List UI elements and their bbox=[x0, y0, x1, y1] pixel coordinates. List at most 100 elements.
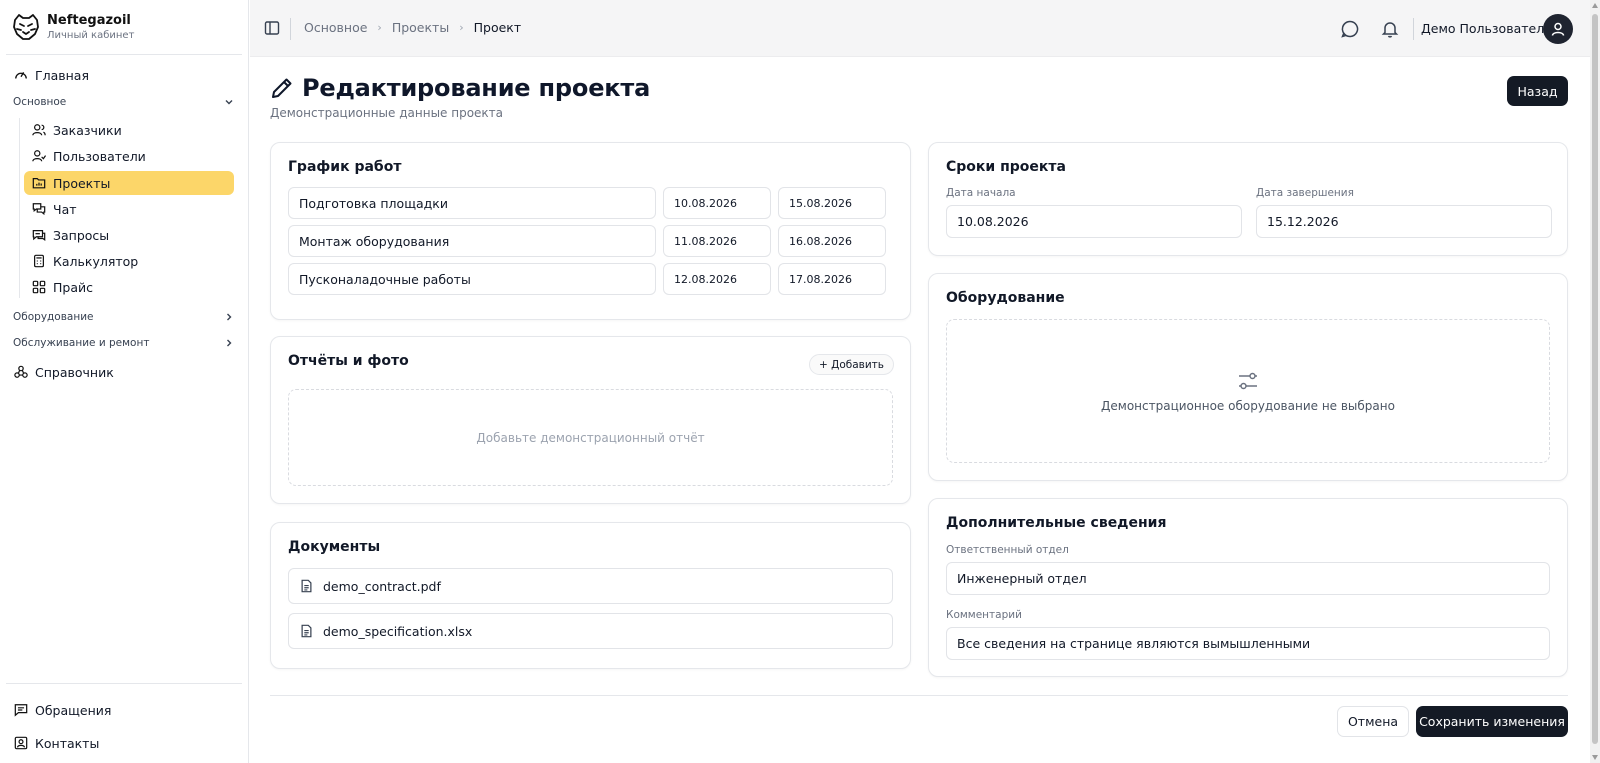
users-icon bbox=[31, 122, 47, 138]
chevron-right-icon: › bbox=[459, 21, 464, 34]
sidebar-item-chat[interactable]: Чат bbox=[24, 197, 234, 221]
sidebar-item-home[interactable]: Главная bbox=[13, 63, 89, 87]
user-name[interactable]: Демо Пользователь bbox=[1421, 21, 1552, 36]
reports-dropzone[interactable]: Добавьте демонстрационный отчёт bbox=[288, 389, 893, 486]
brand[interactable]: Neftegazoil Личный кабинет bbox=[11, 12, 134, 42]
scroll-down-arrow[interactable] bbox=[1592, 755, 1598, 760]
sidebar-item-label: Справочник bbox=[35, 364, 114, 380]
brand-subtitle: Личный кабинет bbox=[47, 29, 135, 41]
schedule-task-input[interactable]: Подготовка площадки bbox=[288, 187, 656, 219]
sidebar-item-projects[interactable]: Проекты bbox=[24, 171, 234, 195]
schedule-end-date-input[interactable]: 15.08.2026 bbox=[778, 187, 886, 219]
breadcrumb: Основное › Проекты › Проект bbox=[304, 20, 521, 35]
schedule-task-input[interactable]: Монтаж оборудования bbox=[288, 225, 656, 257]
reports-card: Отчёты и фото + Добавить Добавьте демонс… bbox=[270, 336, 911, 504]
top-header: Основное › Проекты › Проект Демо Пользов… bbox=[250, 0, 1600, 57]
schedule-start-date-input[interactable]: 10.08.2026 bbox=[663, 187, 771, 219]
sidebar-group-label: Обслуживание и ремонт bbox=[13, 337, 150, 349]
sidebar-item-contacts[interactable]: Контакты bbox=[13, 731, 99, 755]
documents-card: Документы demo_contract.pdf demo_specifi… bbox=[270, 522, 911, 669]
divider bbox=[6, 54, 242, 55]
network-icon bbox=[13, 364, 29, 380]
reports-empty-text: Добавьте демонстрационный отчёт bbox=[476, 430, 705, 445]
add-report-button[interactable]: + Добавить bbox=[809, 354, 894, 375]
save-button[interactable]: Сохранить изменения bbox=[1416, 706, 1568, 737]
document-row[interactable]: demo_specification.xlsx bbox=[288, 613, 893, 649]
sidebar-item-requests[interactable]: Запросы bbox=[24, 223, 234, 247]
project-terms-card: Сроки проекта Дата начала 10.08.2026 Дат… bbox=[928, 142, 1568, 256]
sidebar-item-label: Прайс bbox=[53, 279, 93, 295]
department-label: Ответственный отдел bbox=[946, 544, 1069, 556]
sidebar-item-calculator[interactable]: Калькулятор bbox=[24, 249, 234, 273]
sidebar-group-equipment[interactable]: Оборудование bbox=[13, 307, 235, 327]
sidebar-item-label: Проекты bbox=[53, 175, 111, 191]
department-input[interactable]: Инженерный отдел bbox=[946, 562, 1550, 595]
avatar[interactable] bbox=[1543, 14, 1573, 44]
sliders-icon bbox=[1239, 372, 1257, 390]
sidebar-item-label: Обращения bbox=[35, 702, 112, 718]
user-check-icon bbox=[31, 148, 47, 164]
cancel-button[interactable]: Отмена bbox=[1337, 706, 1409, 737]
sidebar-item-label: Чат bbox=[53, 201, 77, 217]
equipment-card: Оборудование Демонстрационное оборудован… bbox=[928, 273, 1568, 481]
schedule-end-date-input[interactable]: 17.08.2026 bbox=[778, 263, 886, 295]
divider bbox=[270, 695, 1568, 696]
sidebar: Neftegazoil Личный кабинет Главная Основ… bbox=[0, 0, 249, 763]
schedule-start-date-input[interactable]: 12.08.2026 bbox=[663, 263, 771, 295]
page-scrollbar[interactable] bbox=[1590, 0, 1600, 763]
chat-icon bbox=[31, 201, 47, 217]
file-text-icon bbox=[301, 579, 312, 593]
sidebar-item-reference[interactable]: Справочник bbox=[13, 360, 114, 384]
sidebar-item-users[interactable]: Пользователи bbox=[24, 144, 234, 168]
sidebar-toggle-icon[interactable] bbox=[264, 20, 280, 36]
pencil-icon bbox=[272, 78, 292, 98]
sidebar-item-price[interactable]: Прайс bbox=[24, 275, 234, 299]
breadcrumb-current: Проект bbox=[473, 20, 522, 35]
start-date-input[interactable]: 10.08.2026 bbox=[946, 205, 1242, 238]
sidebar-item-label: Запросы bbox=[53, 227, 110, 243]
start-date-label: Дата начала bbox=[946, 187, 1016, 199]
equipment-dropzone[interactable]: Демонстрационное оборудование не выбрано bbox=[946, 319, 1550, 463]
schedule-end-date-input[interactable]: 16.08.2026 bbox=[778, 225, 886, 257]
end-date-input[interactable]: 15.12.2026 bbox=[1256, 205, 1552, 238]
calculator-icon bbox=[31, 253, 47, 269]
sidebar-group-label: Оборудование bbox=[13, 311, 94, 323]
divider bbox=[6, 683, 242, 684]
breadcrumb-projects[interactable]: Проекты bbox=[392, 20, 449, 35]
submenu-line bbox=[19, 118, 20, 298]
scroll-up-arrow[interactable] bbox=[1592, 3, 1598, 8]
sidebar-group-main[interactable]: Основное bbox=[13, 92, 235, 112]
page-title-row: Редактирование проекта bbox=[270, 74, 650, 102]
bell-icon[interactable] bbox=[1380, 19, 1400, 39]
extra-info-card: Дополнительные сведения Ответственный от… bbox=[928, 498, 1568, 677]
sidebar-item-label: Заказчики bbox=[53, 122, 122, 138]
breadcrumb-main[interactable]: Основное bbox=[304, 20, 367, 35]
chevron-right-icon: › bbox=[377, 21, 382, 34]
chevron-right-icon bbox=[227, 313, 232, 321]
sidebar-item-appeals[interactable]: Обращения bbox=[13, 698, 111, 722]
brand-name: Neftegazoil bbox=[47, 12, 131, 28]
tiger-logo-icon bbox=[13, 14, 39, 40]
sidebar-item-customers[interactable]: Заказчики bbox=[24, 118, 234, 142]
chat-bubble-icon[interactable] bbox=[1340, 19, 1360, 39]
gauge-icon bbox=[13, 67, 29, 83]
schedule-task-input[interactable]: Пусконаладочные работы bbox=[288, 263, 656, 295]
sidebar-item-label: Главная bbox=[35, 67, 89, 83]
comment-input[interactable]: Все сведения на странице являются вымышл… bbox=[946, 627, 1550, 660]
grid-icon bbox=[31, 279, 47, 295]
scroll-thumb[interactable] bbox=[1592, 14, 1598, 744]
sidebar-item-label: Калькулятор bbox=[53, 253, 139, 269]
schedule-card: График работ Подготовка площадки 10.08.2… bbox=[270, 142, 911, 320]
schedule-start-date-input[interactable]: 11.08.2026 bbox=[663, 225, 771, 257]
page-title: Редактирование проекта bbox=[302, 74, 651, 102]
back-button[interactable]: Назад bbox=[1507, 76, 1568, 106]
sidebar-group-service[interactable]: Обслуживание и ремонт bbox=[13, 333, 235, 353]
end-date-label: Дата завершения bbox=[1256, 187, 1354, 199]
divider bbox=[1413, 18, 1414, 40]
equipment-empty-text: Демонстрационное оборудование не выбрано bbox=[1101, 399, 1395, 413]
document-name: demo_contract.pdf bbox=[323, 578, 441, 594]
inbox-icon bbox=[31, 227, 47, 243]
document-row[interactable]: demo_contract.pdf bbox=[288, 568, 893, 604]
document-name: demo_specification.xlsx bbox=[323, 623, 473, 639]
sidebar-item-label: Контакты bbox=[35, 735, 100, 751]
